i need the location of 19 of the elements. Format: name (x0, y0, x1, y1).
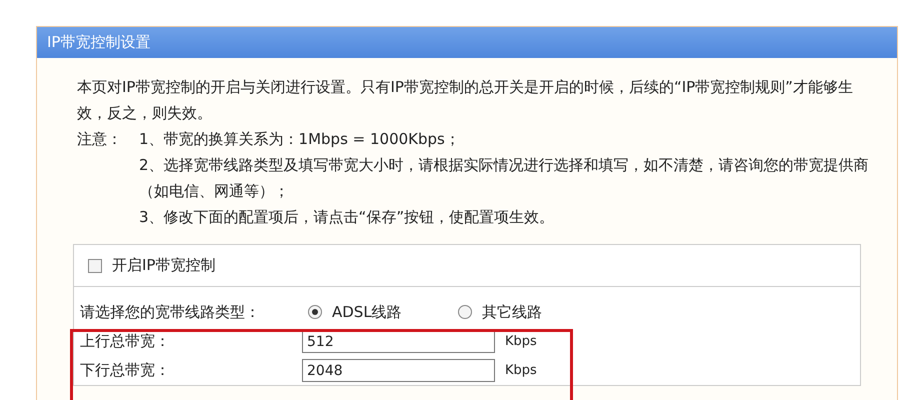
input-field[interactable]: 512 (302, 330, 495, 353)
note-text: 3、修改下面的配置项后，请点击“保存”按钮，使配置项生效。 (139, 207, 556, 228)
unit-label: Kbps (505, 332, 537, 351)
note-text: 2、选择宽带线路类型及填写带宽大小时，请根据实际情况进行选择和填写，如不清楚，请咨询您的带宽提供商（如电信、网通等）； (139, 155, 870, 202)
radio-label: 其它线路 (482, 302, 542, 323)
note-text: 1、带宽的换算关系为：1Mbps = 1000Kbps； (139, 129, 461, 150)
notes-label: 注意： (77, 129, 123, 150)
input-field[interactable]: 2048 (302, 359, 495, 382)
field-label: 上行总带宽： (80, 331, 171, 352)
radio-button[interactable] (458, 305, 472, 319)
enable-label: 开启IP带宽控制 (112, 255, 216, 276)
line-type-label: 请选择您的宽带线路类型： (80, 302, 261, 323)
radio-button[interactable] (308, 305, 322, 319)
panel-title: IP带宽控制设置 (47, 32, 150, 54)
field-label: 下行总带宽： (80, 360, 171, 382)
unit-label: Kbps (505, 362, 537, 380)
intro-text: 本页对IP带宽控制的开启与关闭进行设置。只有IP带宽控制的总开关是开启的时候，后续的“IP带宽控制规则”才能够生效，反之，则失效。 (77, 77, 854, 124)
enable-checkbox[interactable] (88, 258, 102, 272)
radio-label: ADSL线路 (332, 302, 402, 323)
